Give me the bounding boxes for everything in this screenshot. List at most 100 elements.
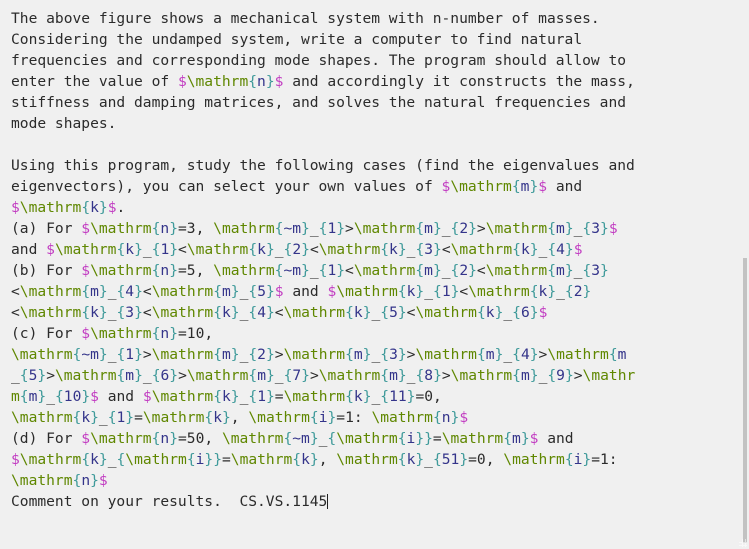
vertical-scrollbar-thumb[interactable] [743,258,747,543]
code-token-brace: { [476,346,486,363]
code-token-cmd: \mathrm [318,241,381,258]
code-token-text: < [274,304,284,321]
code-token-brace: { [415,262,425,279]
code-token-arg: n [160,262,170,279]
text-caret [327,494,329,509]
code-token-brace: } [230,304,240,321]
code-token-text: < [345,262,354,279]
code-token-brace: { [512,346,521,363]
code-token-brace: } [265,367,275,384]
code-token-cmd: \mathrm [415,346,477,363]
code-token-brace: } [90,472,99,489]
code-token-arg: 5 [257,283,266,300]
code-token-text: > [476,220,486,237]
code-token-text: > [274,346,284,363]
code-token-text: = [274,388,284,405]
code-token-dollar: $ [441,178,451,195]
code-token-arg: k [485,304,495,321]
code-token-arg: k [213,409,222,426]
code-token-cmd: \mathrm [90,220,152,237]
code-token-cmd: \mathrm [415,304,477,321]
code-token-text: _ [441,262,451,279]
code-token-brace: { [248,283,258,300]
code-token-brace: } [397,346,407,363]
code-token-brace: } [37,367,47,384]
code-token-cmd: \mathrm [11,472,73,489]
code-token-cmd: \mathr [582,367,636,384]
code-token-brace: } [134,367,143,384]
code-token-arg: 1 [116,409,126,426]
code-token-arg: k [90,199,99,216]
code-token-arg: k [520,241,530,258]
code-token-arg: k [81,409,91,426]
code-token-text: _ [371,346,381,363]
vertical-scrollbar[interactable] [743,0,749,549]
code-token-dollar: $ [573,241,583,258]
code-token-text: _ [274,367,284,384]
code-token-dollar: $ [538,178,548,195]
code-token-text: _ [371,388,381,405]
code-token-text: _ [503,346,513,363]
code-token-text: enter the value of [11,73,178,90]
code-token-cmd: \mathrm [186,367,249,384]
code-token-brace: } [397,241,407,258]
code-token-arg: 1 [257,388,266,405]
code-token-brace: { [415,367,425,384]
code-token-brace: { [547,241,557,258]
editor-content[interactable]: The above figure shows a mechanical syst… [11,8,749,512]
code-token-text: < [309,241,319,258]
code-token-text: _ [142,241,152,258]
code-token-arg: 3 [591,220,601,237]
code-token-arg: 4 [257,304,266,321]
code-token-brace: { [433,283,442,300]
code-token-brace: { [213,346,222,363]
code-token-brace: } [529,304,539,321]
code-token-cmd: \mathrm [186,73,249,90]
code-line: (c) For $\mathrm{n}=10, [11,323,749,344]
code-token-text: and [11,241,47,258]
code-token-text: (b) For [11,262,82,279]
code-token-text: _ [441,220,451,237]
code-token-cmd: \mathrm [90,325,152,342]
latex-text-editor[interactable]: The above figure shows a mechanical syst… [0,0,749,549]
code-token-brace: { [116,304,126,321]
code-token-brace: { [432,451,442,468]
code-token-text: _ [503,304,513,321]
code-token-dollar: $ [90,388,99,405]
code-token-text: The above figure shows a mechanical syst… [11,10,600,27]
code-token-arg: m [485,346,495,363]
code-token-brace: } [520,430,530,447]
code-token-brace: } [134,346,143,363]
code-token-text: and [283,283,328,300]
code-token-arg: k [538,283,548,300]
code-token-cmd: \mathrm [336,451,398,468]
code-token-brace: } [309,430,319,447]
code-token-brace: }} [415,430,433,447]
code-token-cmd: \mathrm [151,283,214,300]
code-token-brace: { [248,367,258,384]
code-token-arg: 3 [424,241,434,258]
code-token-arg: m [512,430,521,447]
code-token-text: =0, [468,451,504,468]
code-token-text: stiffness and damping matrices, and solv… [11,94,627,111]
code-token-brace: } [336,220,346,237]
code-token-brace: { [380,388,390,405]
code-token-brace: { [608,346,618,363]
code-token-cmd: \mathrm [547,346,609,363]
code-token-text: =1: [591,451,618,468]
code-token-arg: m [90,283,99,300]
code-token-cmd: m [11,388,20,405]
code-token-brace: { [512,367,521,384]
code-token-arg: k [257,241,266,258]
code-token-arg: 1 [327,220,337,237]
code-token-arg: 51 [441,451,460,468]
code-token-text: > [178,367,187,384]
resize-grip-icon[interactable] [738,538,748,548]
code-token-brace: { [564,283,574,300]
code-token-cmd: \mathrm [450,241,513,258]
code-token-arg: 9 [556,367,565,384]
code-token-brace: } [222,409,231,426]
code-token-arg: m [556,220,565,237]
code-line: ​ [11,134,749,155]
code-token-dollar: $ [177,73,187,90]
